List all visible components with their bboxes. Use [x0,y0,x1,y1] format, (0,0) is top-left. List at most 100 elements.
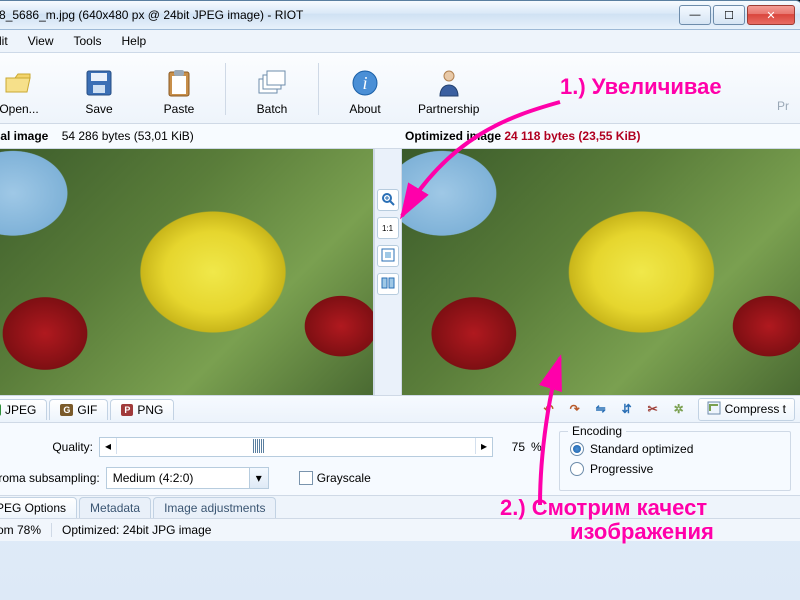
format-tab-png[interactable]: P PNG [110,399,174,420]
checkbox-icon [299,471,313,485]
title-bar: 7458_5686_m.jpg (640x480 px @ 24bit JPEG… [0,1,800,30]
paste-button[interactable]: Paste [141,61,217,123]
encoding-progressive-radio[interactable]: Progressive [570,462,780,476]
window-minimize-button[interactable]: — [679,5,711,25]
menu-help[interactable]: Help [112,31,157,51]
dual-view-icon [381,276,395,293]
crop-icon: ✂ [648,402,658,416]
radio-icon [570,462,584,476]
encoding-progressive-label: Progressive [590,462,653,476]
quality-label: Quality: [0,440,93,454]
open-button[interactable]: Open... [0,61,57,123]
about-label: About [349,102,380,116]
slider-decrease-button[interactable]: ◂ [100,438,117,454]
flip-horizontal-button[interactable]: ⇋ [589,398,613,420]
chroma-subsampling-combo[interactable]: Medium (4:2:0) ▾ [106,467,269,489]
encoding-group: Encoding Standard optimized Progressive [559,431,791,491]
format-and-actions-row: J JPEG G GIF P PNG ↶ ↷ ⇋ ⇵ ✂ ✲ Compres [0,396,800,423]
clipboard-icon [162,66,196,100]
format-tab-gif[interactable]: G GIF [49,399,108,420]
radio-selected-icon [570,442,584,456]
optimized-image-content [402,149,800,395]
optimized-image-pane[interactable] [402,149,800,395]
quality-value: 75 [499,440,525,454]
image-comparison-panes: 1:1 [0,148,800,396]
initial-image-content [0,149,373,395]
promo-link[interactable]: Pr [777,99,789,113]
flip-h-icon: ⇋ [596,402,606,416]
format-tab-jpeg-label: JPEG [5,403,36,417]
format-tab-jpeg[interactable]: J JPEG [0,399,47,420]
menu-bar: Edit View Tools Help [0,30,800,53]
toolbar-separator [225,63,226,115]
slider-increase-button[interactable]: ▸ [475,438,492,454]
rotate-ccw-icon: ↶ [544,402,554,416]
encoding-standard-label: Standard optimized [590,442,693,456]
window-maximize-button[interactable]: ☐ [713,5,745,25]
png-chip-icon: P [121,404,133,416]
menu-view[interactable]: View [18,31,64,51]
format-tab-gif-label: GIF [77,403,97,417]
chroma-value: Medium (4:2:0) [107,471,249,485]
flip-vertical-button[interactable]: ⇵ [615,398,639,420]
partnership-label: Partnership [418,102,479,116]
status-optimized: Optimized: 24bit JPG image [52,523,800,537]
optimized-image-label: Optimized image [405,129,501,143]
tab-image-adjustments[interactable]: Image adjustments [153,497,276,518]
app-window: 7458_5686_m.jpg (640x480 px @ 24bit JPEG… [0,0,800,600]
stack-icon [255,66,289,100]
crop-button[interactable]: ✂ [641,398,665,420]
about-button[interactable]: i About [327,61,403,123]
initial-image-pane[interactable] [0,149,374,395]
tab-metadata[interactable]: Metadata [79,497,151,518]
optimized-image-bytes: 24 118 bytes (23,55 KiB) [504,129,640,143]
status-zoom: Zoom 78% [0,523,52,537]
partnership-button[interactable]: Partnership [407,61,490,123]
fit-view-icon [381,248,395,265]
chroma-label: Chroma subsampling: [0,471,100,485]
save-button[interactable]: Save [61,61,137,123]
maximize-icon: ☐ [724,9,734,22]
compress-to-size-button[interactable]: Compress t [698,398,795,421]
bottom-tabs: JPEG Options Metadata Image adjustments [0,495,800,519]
chevron-down-icon[interactable]: ▾ [249,468,268,488]
encoding-standard-radio[interactable]: Standard optimized [570,442,780,456]
batch-button[interactable]: Batch [234,61,310,123]
rotate-ccw-button[interactable]: ↶ [537,398,561,420]
gif-chip-icon: G [60,404,73,416]
jpeg-chip-icon: J [0,404,1,416]
info-icon: i [348,66,382,100]
rotate-cw-button[interactable]: ↷ [563,398,587,420]
folder-open-icon [2,66,36,100]
tab-jpeg-options[interactable]: JPEG Options [0,497,77,518]
initial-image-bytes: 54 286 bytes (53,01 KiB) [62,129,194,143]
slider-thumb[interactable] [253,439,265,453]
window-close-button[interactable]: ✕ [747,5,795,25]
zoom-in-button[interactable] [377,189,399,211]
jpeg-settings-panel: Quality: ◂ ▸ 75 % Chroma subsampling: Me… [0,423,800,495]
format-tab-png-label: PNG [137,403,163,417]
paste-label: Paste [164,102,195,116]
initial-image-caption: Initial image 54 286 bytes (53,01 KiB) [0,129,369,143]
image-captions-row: Initial image 54 286 bytes (53,01 KiB) O… [0,124,800,148]
quality-slider[interactable]: ◂ ▸ [99,437,493,457]
dual-view-button[interactable] [377,273,399,295]
grayscale-checkbox[interactable]: Grayscale [299,471,371,485]
minimize-icon: — [690,9,701,21]
rotate-cw-icon: ↷ [570,402,580,416]
center-zoom-toolbar: 1:1 [374,149,402,395]
menu-tools[interactable]: Tools [63,31,111,51]
settings-gear-button[interactable]: ✲ [667,398,691,420]
menu-edit[interactable]: Edit [0,31,18,51]
toolbar-separator [318,63,319,115]
fit-view-button[interactable] [377,245,399,267]
save-label: Save [85,102,112,116]
person-icon [432,66,466,100]
svg-text:i: i [362,73,367,93]
zoom-in-icon [381,192,395,209]
main-toolbar: Open... Save Paste Batch [0,53,800,124]
encoding-group-label: Encoding [568,424,626,438]
zoom-actual-button[interactable]: 1:1 [377,217,399,239]
initial-image-label: Initial image [0,129,48,143]
close-icon: ✕ [766,9,775,22]
